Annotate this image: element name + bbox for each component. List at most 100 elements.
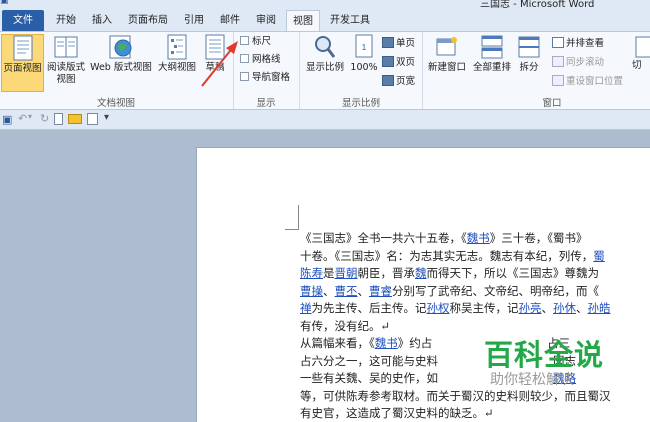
full-screen-reading-label: 阅读版式视图 (46, 62, 85, 85)
hyperlink[interactable]: 曹丕 (335, 284, 358, 298)
magnifier-icon (315, 36, 336, 58)
ruler-checkbox[interactable]: 标尺 (240, 36, 271, 48)
tab-view[interactable]: 视图 (286, 10, 320, 31)
ribbon-tab-bar: 文件 开始 插入 页面布局 引用 邮件 审阅 视图 开发工具 (0, 10, 650, 31)
switch-windows-label: 切 (632, 60, 642, 71)
hyperlink[interactable]: 晋朝 (335, 266, 358, 280)
hyperlink[interactable]: 孙休 (553, 301, 576, 315)
side-by-side-label: 并排查看 (566, 38, 605, 49)
tab-review[interactable]: 审阅 (250, 10, 282, 31)
gridlines-label: 网格线 (252, 54, 281, 65)
hyperlink[interactable]: 魏书 (375, 336, 398, 350)
document-line[interactable]: 陈寿是晋朝朝臣，晋承魏而得天下，所以《三国志》尊魏为 (300, 265, 650, 283)
ribbon-view: 页面视图 阅读版式视图 Web 版式视图 大纲视图 草稿 文档视图 标尺 网格线… (0, 31, 650, 110)
hyperlink[interactable]: 禅 (300, 301, 312, 315)
open-book-icon (54, 36, 78, 58)
undo-dropdown-icon[interactable]: ▾ (28, 112, 32, 121)
one-page-button[interactable]: 单页 (382, 37, 415, 50)
text-run: 、 (357, 283, 370, 298)
one-page-label: 单页 (396, 38, 416, 49)
tab-developer[interactable]: 开发工具 (324, 10, 376, 31)
show-group-label: 显示 (256, 98, 276, 109)
undo-icon[interactable]: ↶ (18, 112, 27, 125)
hyperlink[interactable]: 曹操 (300, 284, 323, 298)
reset-window-position-button[interactable]: 重设窗口位置 (552, 75, 623, 88)
doc-views-group-label: 文档视图 (96, 98, 135, 109)
nav-pane-label: 导航窗格 (252, 72, 291, 83)
tab-insert[interactable]: 插入 (86, 10, 118, 31)
text-run: 、 (576, 301, 588, 315)
save-icon[interactable]: ▣ (2, 113, 12, 126)
gridlines-checkbox[interactable]: 网格线 (240, 54, 281, 66)
document-line[interactable]: 《三国志》全书一共六十五卷，《魏书》三十卷，《蜀书》 (300, 230, 650, 248)
switch-windows-button[interactable]: 切 (632, 34, 650, 92)
page-width-label: 页宽 (396, 76, 416, 87)
two-pages-label: 双页 (396, 57, 416, 68)
tab-file[interactable]: 文件 (2, 10, 44, 31)
crop-mark (285, 205, 299, 230)
ruler-label: 标尺 (252, 36, 272, 47)
hyperlink[interactable]: 曹睿 (369, 284, 392, 298)
document-line[interactable]: 十卷。《三国志》名：为志其实无志。魏志有本纪，列传，蜀 (300, 248, 650, 266)
arrange-all-button[interactable]: 全部重排 (470, 34, 514, 92)
hyperlink[interactable]: 孙皓 (588, 301, 611, 315)
tab-references[interactable]: 引用 (178, 10, 210, 31)
text-run: 是 (323, 266, 335, 280)
tab-home[interactable]: 开始 (50, 10, 82, 31)
text-run: 从篇幅来看，《 (300, 336, 375, 350)
side-by-side-button[interactable]: 并排查看 (552, 37, 604, 50)
hyperlink[interactable]: 魏 (415, 266, 427, 280)
zoom-100-label: 100% (350, 62, 378, 73)
document-line[interactable]: 曹操、曹丕、曹睿分别写了武帝纪、文帝纪、明帝纪，而《 (300, 283, 650, 301)
outline-button[interactable]: 大纲视图 (154, 34, 200, 92)
two-pages-button[interactable]: 双页 (382, 56, 415, 69)
customize-qat-icon[interactable]: ▾ (104, 112, 109, 123)
document-line[interactable]: 有史官，这造成了蜀汉史料的缺乏。↵ (300, 405, 650, 422)
document-line[interactable]: 等，可供陈寿参考取材。而关于蜀汉的史料则较少，而且蜀汉 (300, 388, 650, 406)
split-button[interactable]: 拆分 (514, 34, 544, 92)
print-layout-button[interactable]: 页面视图 (1, 34, 44, 92)
text-run: 朝臣，晋承 (357, 266, 416, 280)
new-document-icon[interactable] (54, 113, 63, 125)
text-run: 分别写了武帝纪、文帝纪、明帝纪，而《 (392, 283, 599, 298)
redo-icon[interactable]: ↻ (40, 112, 49, 125)
text-run: 等，可供陈寿参考取材。而关于蜀汉的史料则较少，而且蜀汉 (300, 388, 611, 403)
web-layout-button[interactable]: Web 版式视图 (88, 34, 154, 92)
red-arrow-annotation (201, 41, 238, 87)
tab-mailings[interactable]: 邮件 (214, 10, 246, 31)
document-line[interactable]: 禅为先主传、后主传。记孙权称吴主传，记孙亮、孙休、孙皓 (300, 300, 650, 318)
zoom-100-button[interactable]: 1 100% (348, 34, 380, 92)
quick-access-toolbar: ▣ ↶ ▾ ↻ ▾ (0, 110, 650, 130)
hyperlink[interactable]: 蜀 (593, 249, 605, 263)
hyperlink[interactable]: 孙权 (427, 301, 450, 315)
text-run: 》三十卷，《蜀书》 (489, 231, 588, 245)
text-run: 《三国志》全书一共六十五卷，《 (300, 231, 467, 245)
zoom-group-label: 显示比例 (341, 98, 380, 109)
split-icon (518, 36, 540, 58)
print-preview-icon[interactable] (87, 113, 98, 125)
zoom-label: 显示比例 (305, 62, 344, 73)
zoom-button[interactable]: 显示比例 (302, 34, 348, 92)
page-width-button[interactable]: 页宽 (382, 75, 415, 88)
new-window-button[interactable]: 新建窗口 (424, 34, 470, 92)
print-layout-icon (13, 35, 32, 61)
one-page-icon (382, 37, 394, 48)
svg-text:1: 1 (362, 43, 367, 52)
side-by-side-icon (552, 37, 564, 48)
tab-page-layout[interactable]: 页面布局 (122, 10, 174, 31)
hyperlink[interactable]: 孙亮 (519, 301, 542, 315)
web-layout-label: Web 版式视图 (90, 62, 152, 73)
reset-window-position-icon (552, 75, 564, 86)
print-layout-label: 页面视图 (3, 63, 42, 74)
open-folder-icon[interactable] (68, 114, 82, 124)
split-label: 拆分 (519, 62, 539, 73)
page-width-icon (382, 75, 394, 86)
full-screen-reading-button[interactable]: 阅读版式视图 (44, 34, 88, 92)
sync-scroll-label: 同步滚动 (566, 57, 605, 68)
sync-scroll-button[interactable]: 同步滚动 (552, 56, 604, 69)
text-run: 、 (541, 301, 554, 315)
word-app-icon[interactable]: ▣ (0, 0, 9, 6)
hyperlink[interactable]: 魏书 (467, 231, 490, 245)
hyperlink[interactable]: 陈寿 (300, 266, 323, 280)
nav-pane-checkbox[interactable]: 导航窗格 (240, 72, 290, 84)
